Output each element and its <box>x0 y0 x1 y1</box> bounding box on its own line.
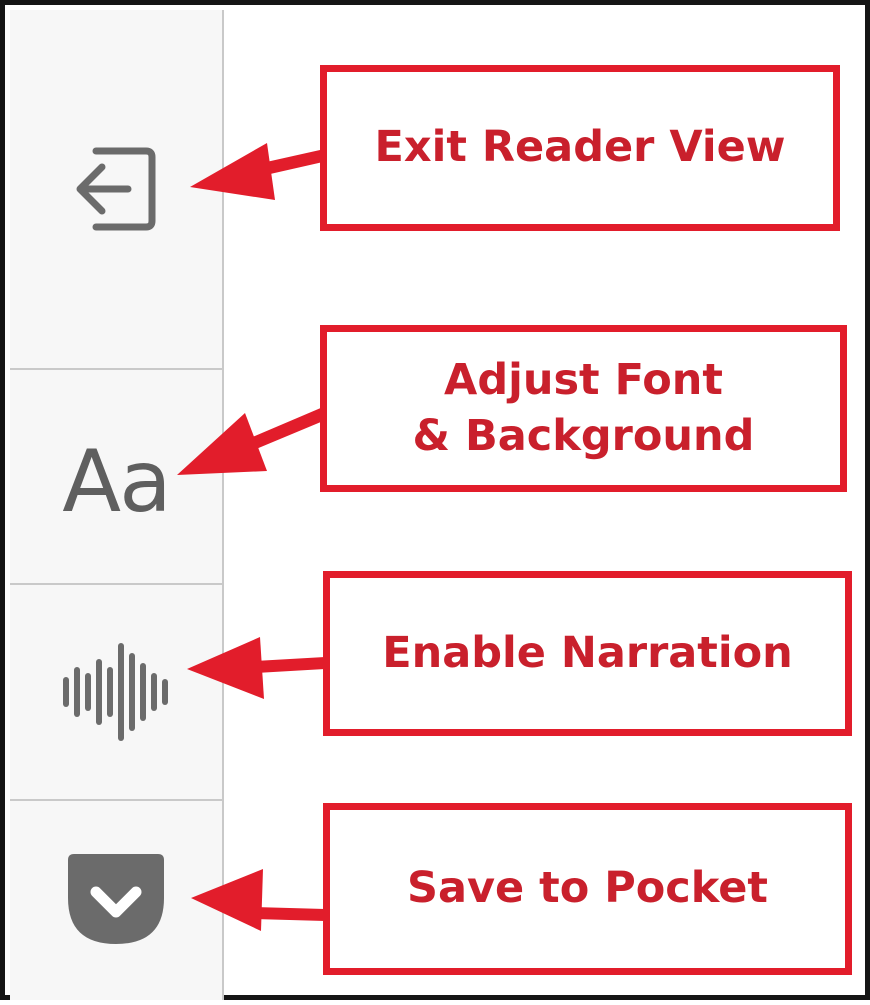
callout-exit-reader-view: Exit Reader View <box>320 65 840 231</box>
pocket-save-icon <box>68 853 164 944</box>
callout-narration-label: Enable Narration <box>382 627 793 678</box>
callout-exit-label: Exit Reader View <box>374 122 786 173</box>
callout-enable-narration: Enable Narration <box>323 571 852 736</box>
save-to-pocket-button[interactable] <box>10 801 222 1000</box>
callout-adjust-font: Adjust Font & Background <box>320 325 847 492</box>
reader-view-toolbar: Aa <box>10 10 224 1000</box>
callout-save-to-pocket: Save to Pocket <box>323 803 852 975</box>
narration-button[interactable] <box>10 585 222 799</box>
narration-waveform-icon <box>63 643 168 741</box>
font-aa-icon: Aa <box>62 431 172 532</box>
exit-reader-view-button[interactable] <box>10 10 222 368</box>
font-background-button[interactable]: Aa <box>10 370 222 583</box>
callout-pocket-label: Save to Pocket <box>407 863 768 914</box>
exit-reader-icon <box>76 147 156 231</box>
callout-font-label-line1: Adjust Font <box>444 355 723 406</box>
callout-font-label-line2: & Background <box>412 410 755 461</box>
screenshot-frame: Aa Exit Reader View Adjust Font & Backgr… <box>0 0 870 1000</box>
